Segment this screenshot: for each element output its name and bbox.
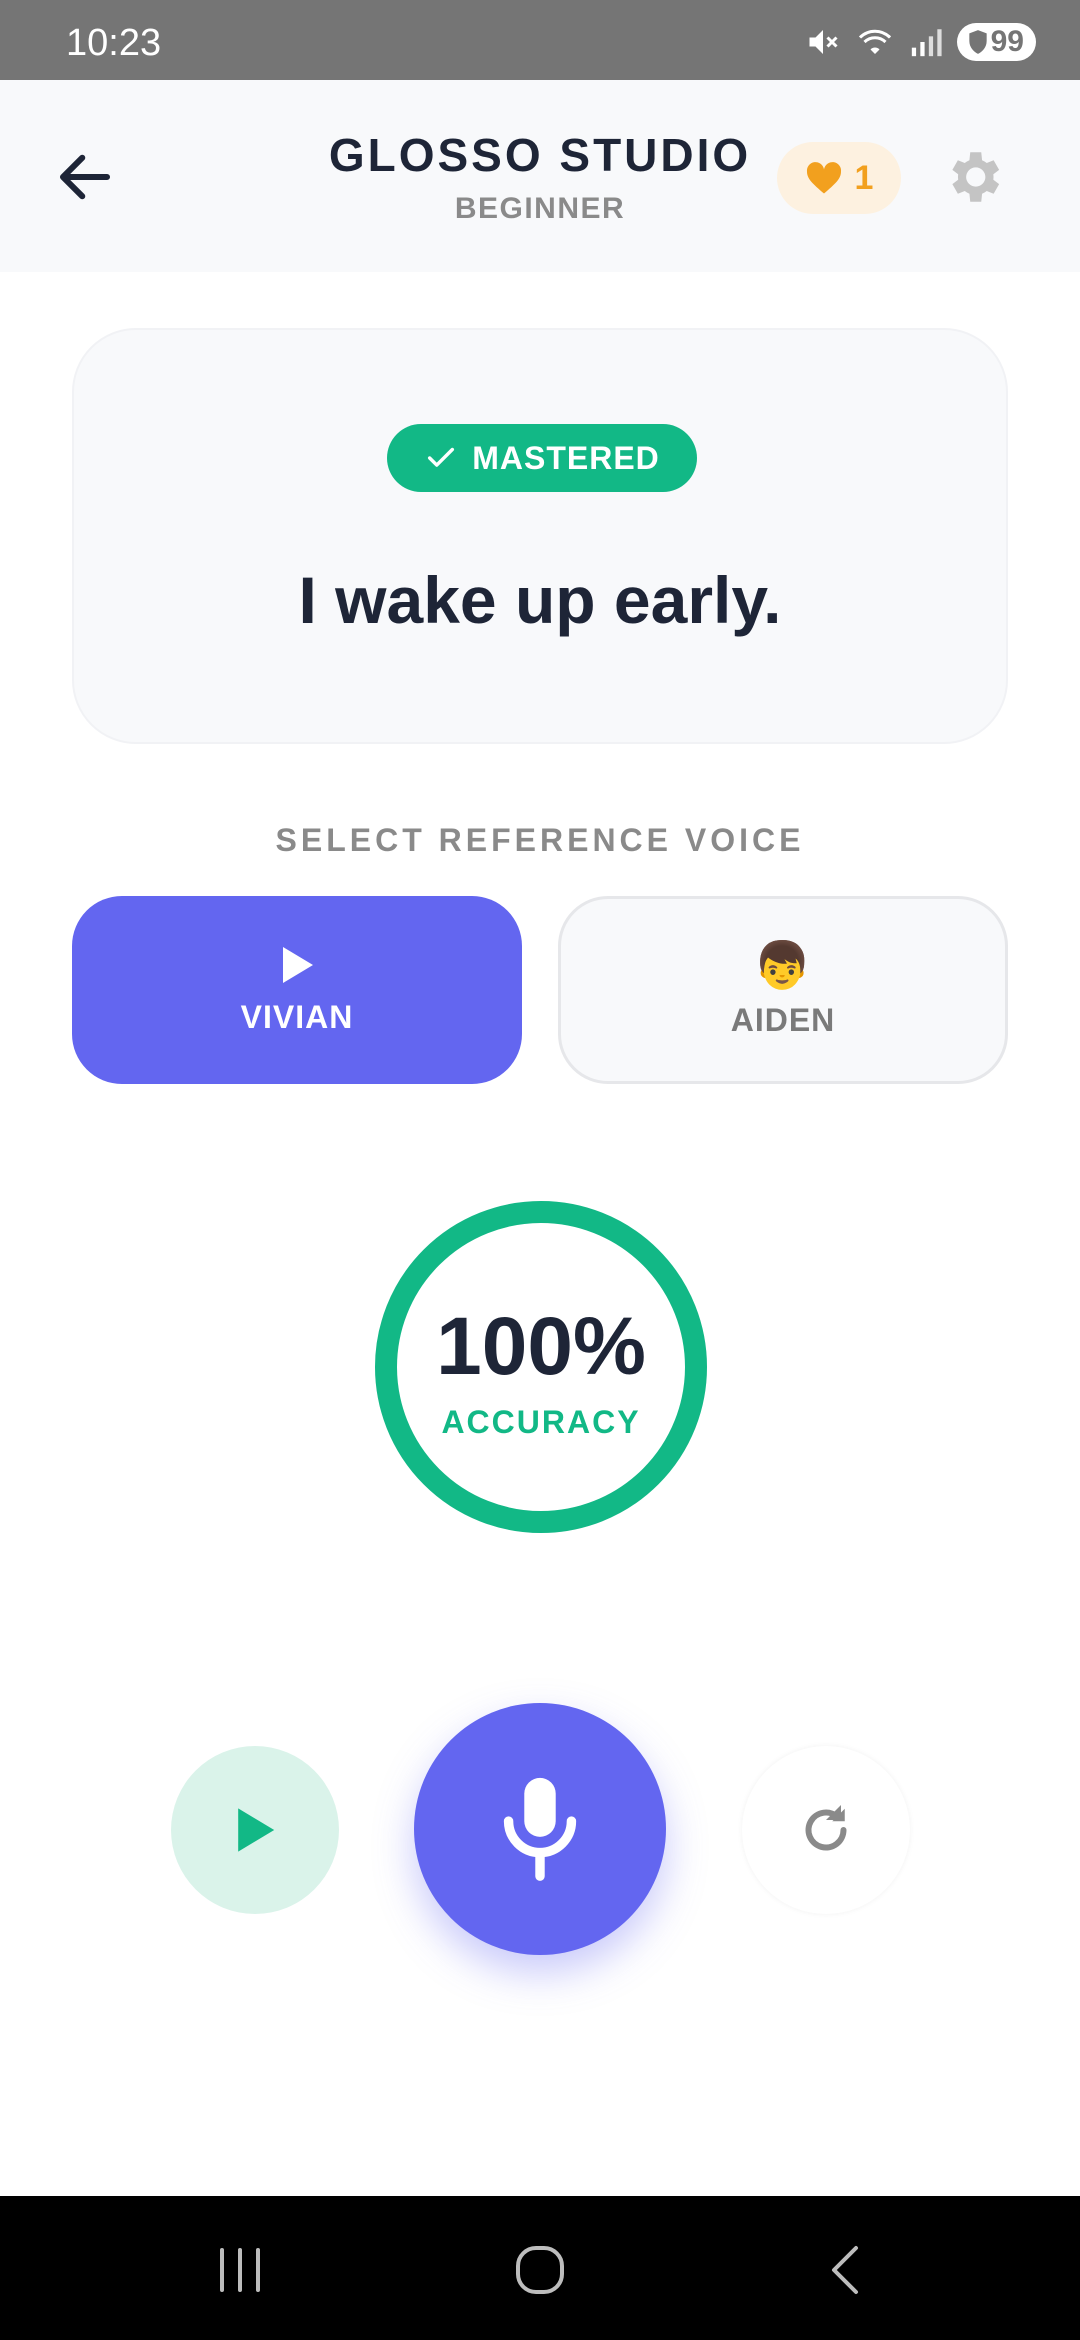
gear-icon xyxy=(952,152,1000,202)
status-icons: 99 xyxy=(805,20,1036,64)
page-title: GLOSSO STUDIO xyxy=(328,129,752,181)
status-time: 10:23 xyxy=(66,22,162,64)
recent-apps-button[interactable] xyxy=(200,2240,280,2300)
mastered-badge: MASTERED xyxy=(387,424,697,492)
play-recording-button[interactable] xyxy=(171,1746,339,1914)
check-icon xyxy=(428,447,455,467)
voice-name: AIDEN xyxy=(730,1001,836,1038)
home-icon xyxy=(516,2246,564,2294)
battery-indicator: 99 xyxy=(956,23,1036,61)
recent-apps-icon xyxy=(220,2248,260,2292)
retry-button[interactable] xyxy=(742,1746,910,1914)
level-subtitle: BEGINNER xyxy=(454,192,626,225)
mute-icon xyxy=(809,30,838,54)
signal-icon xyxy=(911,29,942,57)
play-icon xyxy=(238,1808,275,1852)
heart-icon xyxy=(806,162,841,194)
hearts-count: 1 xyxy=(854,158,874,197)
record-button[interactable] xyxy=(414,1703,666,1955)
boy-emoji-icon: 👦 xyxy=(753,938,813,991)
voice-section-label: SELECT REFERENCE VOICE xyxy=(275,822,805,858)
settings-button[interactable] xyxy=(940,144,1006,210)
practice-phrase: I wake up early. xyxy=(298,563,782,637)
home-button[interactable] xyxy=(500,2240,580,2300)
voice-option-vivian[interactable]: VIVIAN xyxy=(72,896,522,1084)
battery-level: 99 xyxy=(990,25,1024,58)
play-icon xyxy=(283,946,313,983)
voice-name: VIVIAN xyxy=(240,998,354,1035)
badge-label: MASTERED xyxy=(472,439,660,476)
app-header: GLOSSO STUDIO BEGINNER 1 xyxy=(0,80,1080,272)
chevron-left-icon xyxy=(832,2246,858,2294)
wifi-icon xyxy=(858,29,891,54)
refresh-icon xyxy=(805,1805,847,1851)
hearts-counter[interactable]: 1 xyxy=(777,142,901,214)
status-bar: 10:23 99 xyxy=(0,0,1080,80)
voice-option-aiden[interactable]: 👦 AIDEN xyxy=(558,896,1008,1084)
system-nav-bar xyxy=(0,2196,1080,2340)
accuracy-value: 100% xyxy=(436,1301,646,1392)
back-nav-button[interactable] xyxy=(806,2240,886,2300)
accuracy-label: ACCURACY xyxy=(441,1404,641,1440)
phrase-card: MASTERED I wake up early. xyxy=(72,328,1008,744)
battery-shield-icon xyxy=(968,30,987,54)
microphone-icon xyxy=(503,1777,577,1881)
